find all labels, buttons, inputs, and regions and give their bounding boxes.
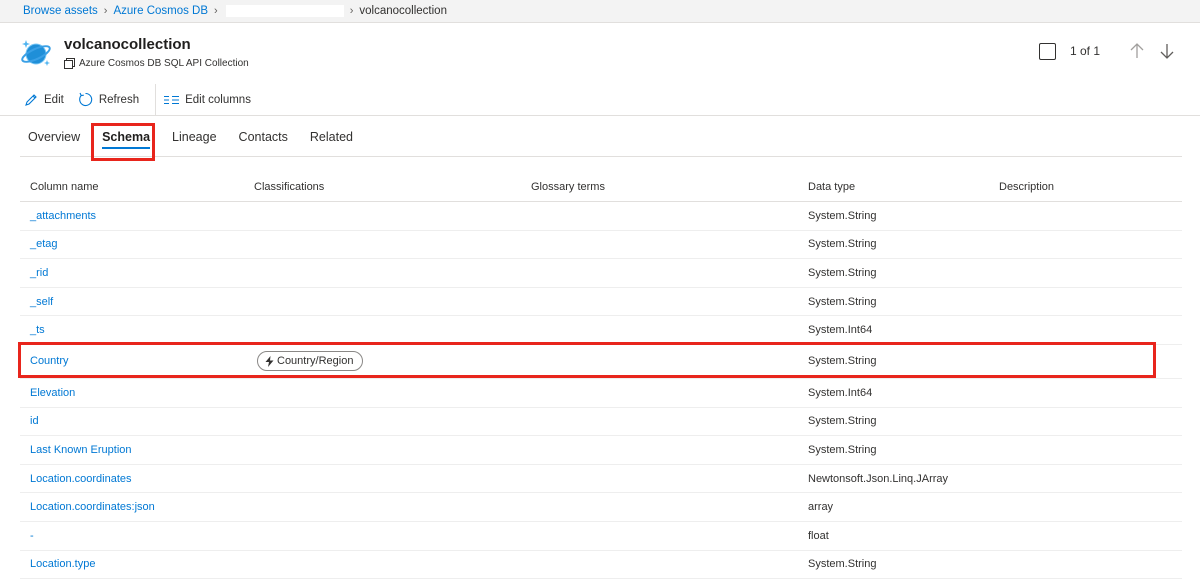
refresh-label: Refresh [98, 93, 140, 106]
pager-count: 1 of 1 [1069, 44, 1100, 58]
breadcrumb: Browse assets › Azure Cosmos DB › › volc… [0, 0, 1200, 23]
edit-button[interactable]: Edit [24, 93, 64, 107]
tab-bar: Overview Schema Lineage Contacts Related [20, 118, 1182, 157]
column-name-link[interactable]: _self [30, 296, 53, 308]
refresh-icon [78, 92, 93, 107]
data-type-cell: System.String [808, 443, 877, 456]
data-type-cell: System.Int64 [808, 324, 873, 337]
columns-icon [164, 95, 180, 104]
table-row: - float [20, 522, 1182, 551]
table-header-row: Column name Classifications Glossary ter… [20, 173, 1182, 202]
refresh-button[interactable]: Refresh [78, 92, 139, 107]
classification-chip[interactable]: Country/Region [257, 351, 364, 372]
data-type-cell: System.String [808, 558, 877, 571]
classification-label: Country/Region [277, 355, 354, 368]
tab-lineage[interactable]: Lineage [164, 118, 225, 157]
column-name-link[interactable]: Last Known Eruption [30, 444, 132, 456]
header-data-type[interactable]: Data type [808, 181, 999, 193]
chevron-right-icon: › [349, 5, 354, 17]
pager: 1 of 1 [1038, 42, 1176, 60]
breadcrumb-browse-assets[interactable]: Browse assets [23, 5, 98, 17]
column-name-link[interactable]: Location.type [30, 558, 95, 570]
header-column-name[interactable]: Column name [20, 181, 254, 193]
pencil-icon [25, 93, 37, 106]
chevron-right-icon: › [214, 5, 218, 17]
cosmos-db-icon [21, 40, 51, 66]
data-type-cell: System.String [808, 238, 877, 251]
data-type-cell: System.String [808, 295, 877, 308]
header-classifications[interactable]: Classifications [254, 181, 531, 193]
column-name-link[interactable]: Country [30, 355, 69, 367]
table-row: _self System.String [20, 288, 1182, 317]
tab-related[interactable]: Related [302, 118, 361, 157]
chevron-right-icon: › [103, 5, 108, 17]
toolbar-divider [155, 83, 157, 116]
data-type-cell: float [808, 529, 829, 542]
table-row: Last Known Eruption System.String [20, 436, 1182, 465]
lightning-icon [265, 355, 274, 367]
asset-header: volcanocollection Azure Cosmos DB SQL AP… [0, 24, 1200, 84]
edit-label: Edit [44, 93, 64, 106]
table-row: _etag System.String [20, 231, 1182, 260]
tab-contacts[interactable]: Contacts [231, 118, 296, 157]
schema-table: Column name Classifications Glossary ter… [20, 173, 1182, 580]
breadcrumb-azure-cosmos-db[interactable]: Azure Cosmos DB [113, 5, 208, 17]
arrow-up-icon[interactable] [1128, 42, 1146, 60]
table-row: Location.type System.String [20, 551, 1182, 580]
toolbar: Edit Refresh Edit columns [0, 83, 1200, 116]
column-name-link[interactable]: Location.coordinates [30, 473, 132, 485]
table-row: _ts System.Int64 [20, 316, 1182, 345]
tab-schema[interactable]: Schema [94, 118, 158, 157]
data-type-cell: array [808, 501, 834, 514]
table-row: _attachments System.String [20, 202, 1182, 231]
asset-type-label: Azure Cosmos DB SQL API Collection [79, 58, 249, 69]
data-type-cell: System.Int64 [808, 386, 873, 399]
edit-columns-button[interactable]: Edit columns [164, 94, 251, 106]
breadcrumb-redacted [225, 5, 344, 17]
breadcrumb-current: volcanocollection [359, 5, 447, 17]
column-name-link[interactable]: - [30, 530, 34, 542]
arrow-down-icon[interactable] [1158, 42, 1176, 60]
page-title: volcanocollection [64, 36, 191, 53]
collection-icon [64, 58, 75, 69]
column-name-link[interactable]: _etag [30, 238, 58, 250]
data-type-cell: System.String [808, 355, 877, 368]
asset-subtitle: Azure Cosmos DB SQL API Collection [64, 58, 249, 69]
header-glossary-terms[interactable]: Glossary terms [531, 181, 808, 193]
column-name-link[interactable]: _attachments [30, 210, 96, 222]
data-type-cell: Newtonsoft.Json.Linq.JArray [808, 472, 949, 485]
table-row: Country Country/Region System.String [20, 345, 1182, 379]
header-description[interactable]: Description [999, 181, 1182, 193]
table-row: Location.coordinates:json array [20, 493, 1182, 522]
edit-columns-label: Edit columns [185, 93, 251, 106]
data-type-cell: System.String [808, 209, 877, 222]
column-name-link[interactable]: Location.coordinates:json [30, 501, 155, 513]
column-name-link[interactable]: Elevation [30, 387, 75, 399]
data-type-cell: System.String [808, 266, 877, 279]
select-checkbox[interactable] [1038, 42, 1056, 60]
column-name-link[interactable]: id [30, 415, 39, 427]
table-row: Elevation System.Int64 [20, 379, 1182, 408]
tab-overview[interactable]: Overview [20, 118, 88, 157]
table-row: _rid System.String [20, 259, 1182, 288]
table-row: Location.coordinates Newtonsoft.Json.Lin… [20, 465, 1182, 494]
column-name-link[interactable]: _ts [30, 324, 45, 336]
column-name-link[interactable]: _rid [30, 267, 48, 279]
data-type-cell: System.String [808, 415, 877, 428]
table-row: id System.String [20, 408, 1182, 437]
